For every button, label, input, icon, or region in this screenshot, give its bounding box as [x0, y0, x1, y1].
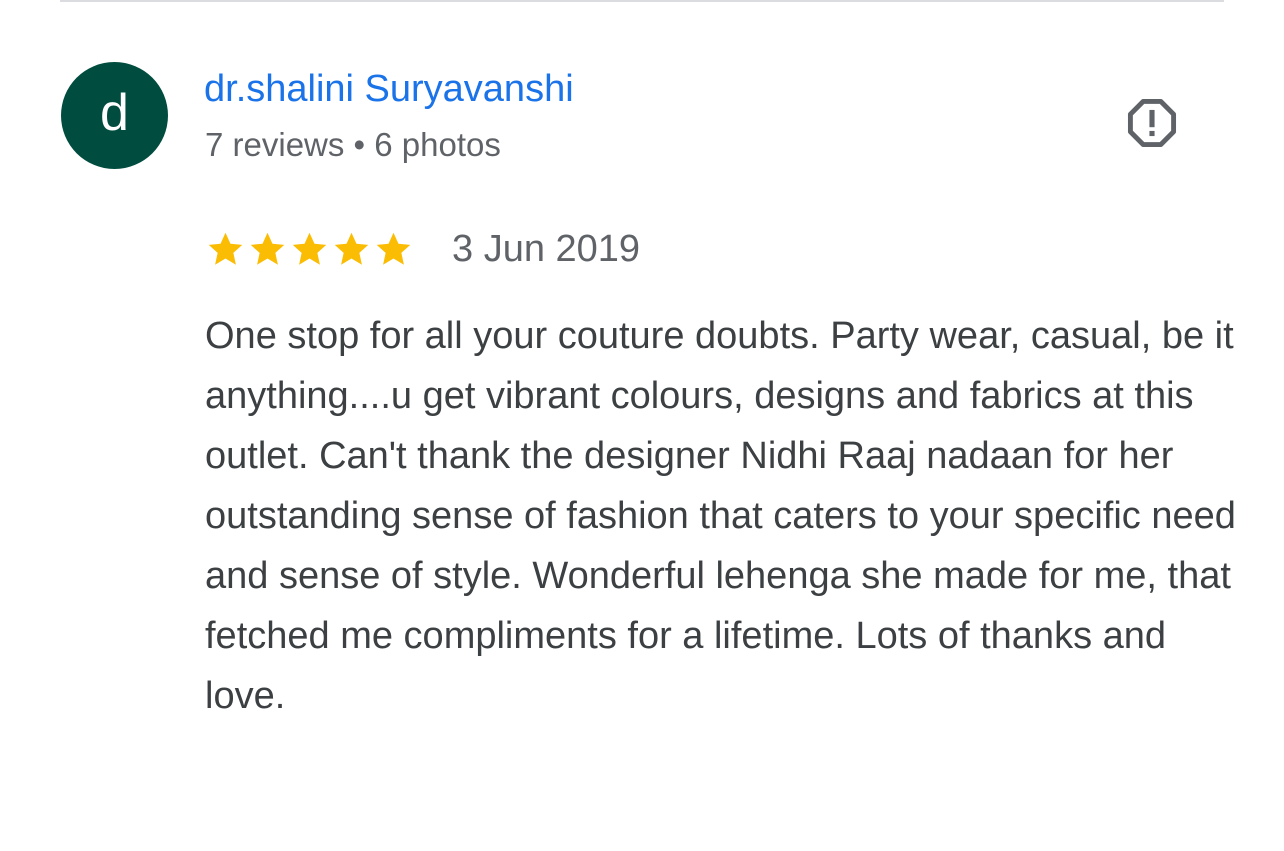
report-button[interactable]: [1118, 89, 1186, 157]
avatar-letter: d: [100, 83, 129, 142]
star-icon: [334, 232, 369, 265]
reviewer-name[interactable]: dr.shalini Suryavanshi: [204, 66, 574, 112]
report-flag-icon: [1127, 98, 1177, 148]
star-icon: [376, 232, 411, 265]
review-date: 3 Jun 2019: [452, 228, 641, 270]
reviewer-meta: 7 reviews • 6 photos: [205, 126, 501, 163]
star-rating: [205, 229, 415, 270]
avatar[interactable]: d: [61, 62, 168, 169]
star-icon: [292, 232, 327, 265]
review-text: One stop for all your couture doubts. Pa…: [205, 315, 1236, 717]
top-divider: [60, 0, 1224, 2]
rating-row: 3 Jun 2019: [205, 226, 640, 272]
star-icon: [250, 232, 285, 265]
star-icon: [208, 232, 243, 265]
